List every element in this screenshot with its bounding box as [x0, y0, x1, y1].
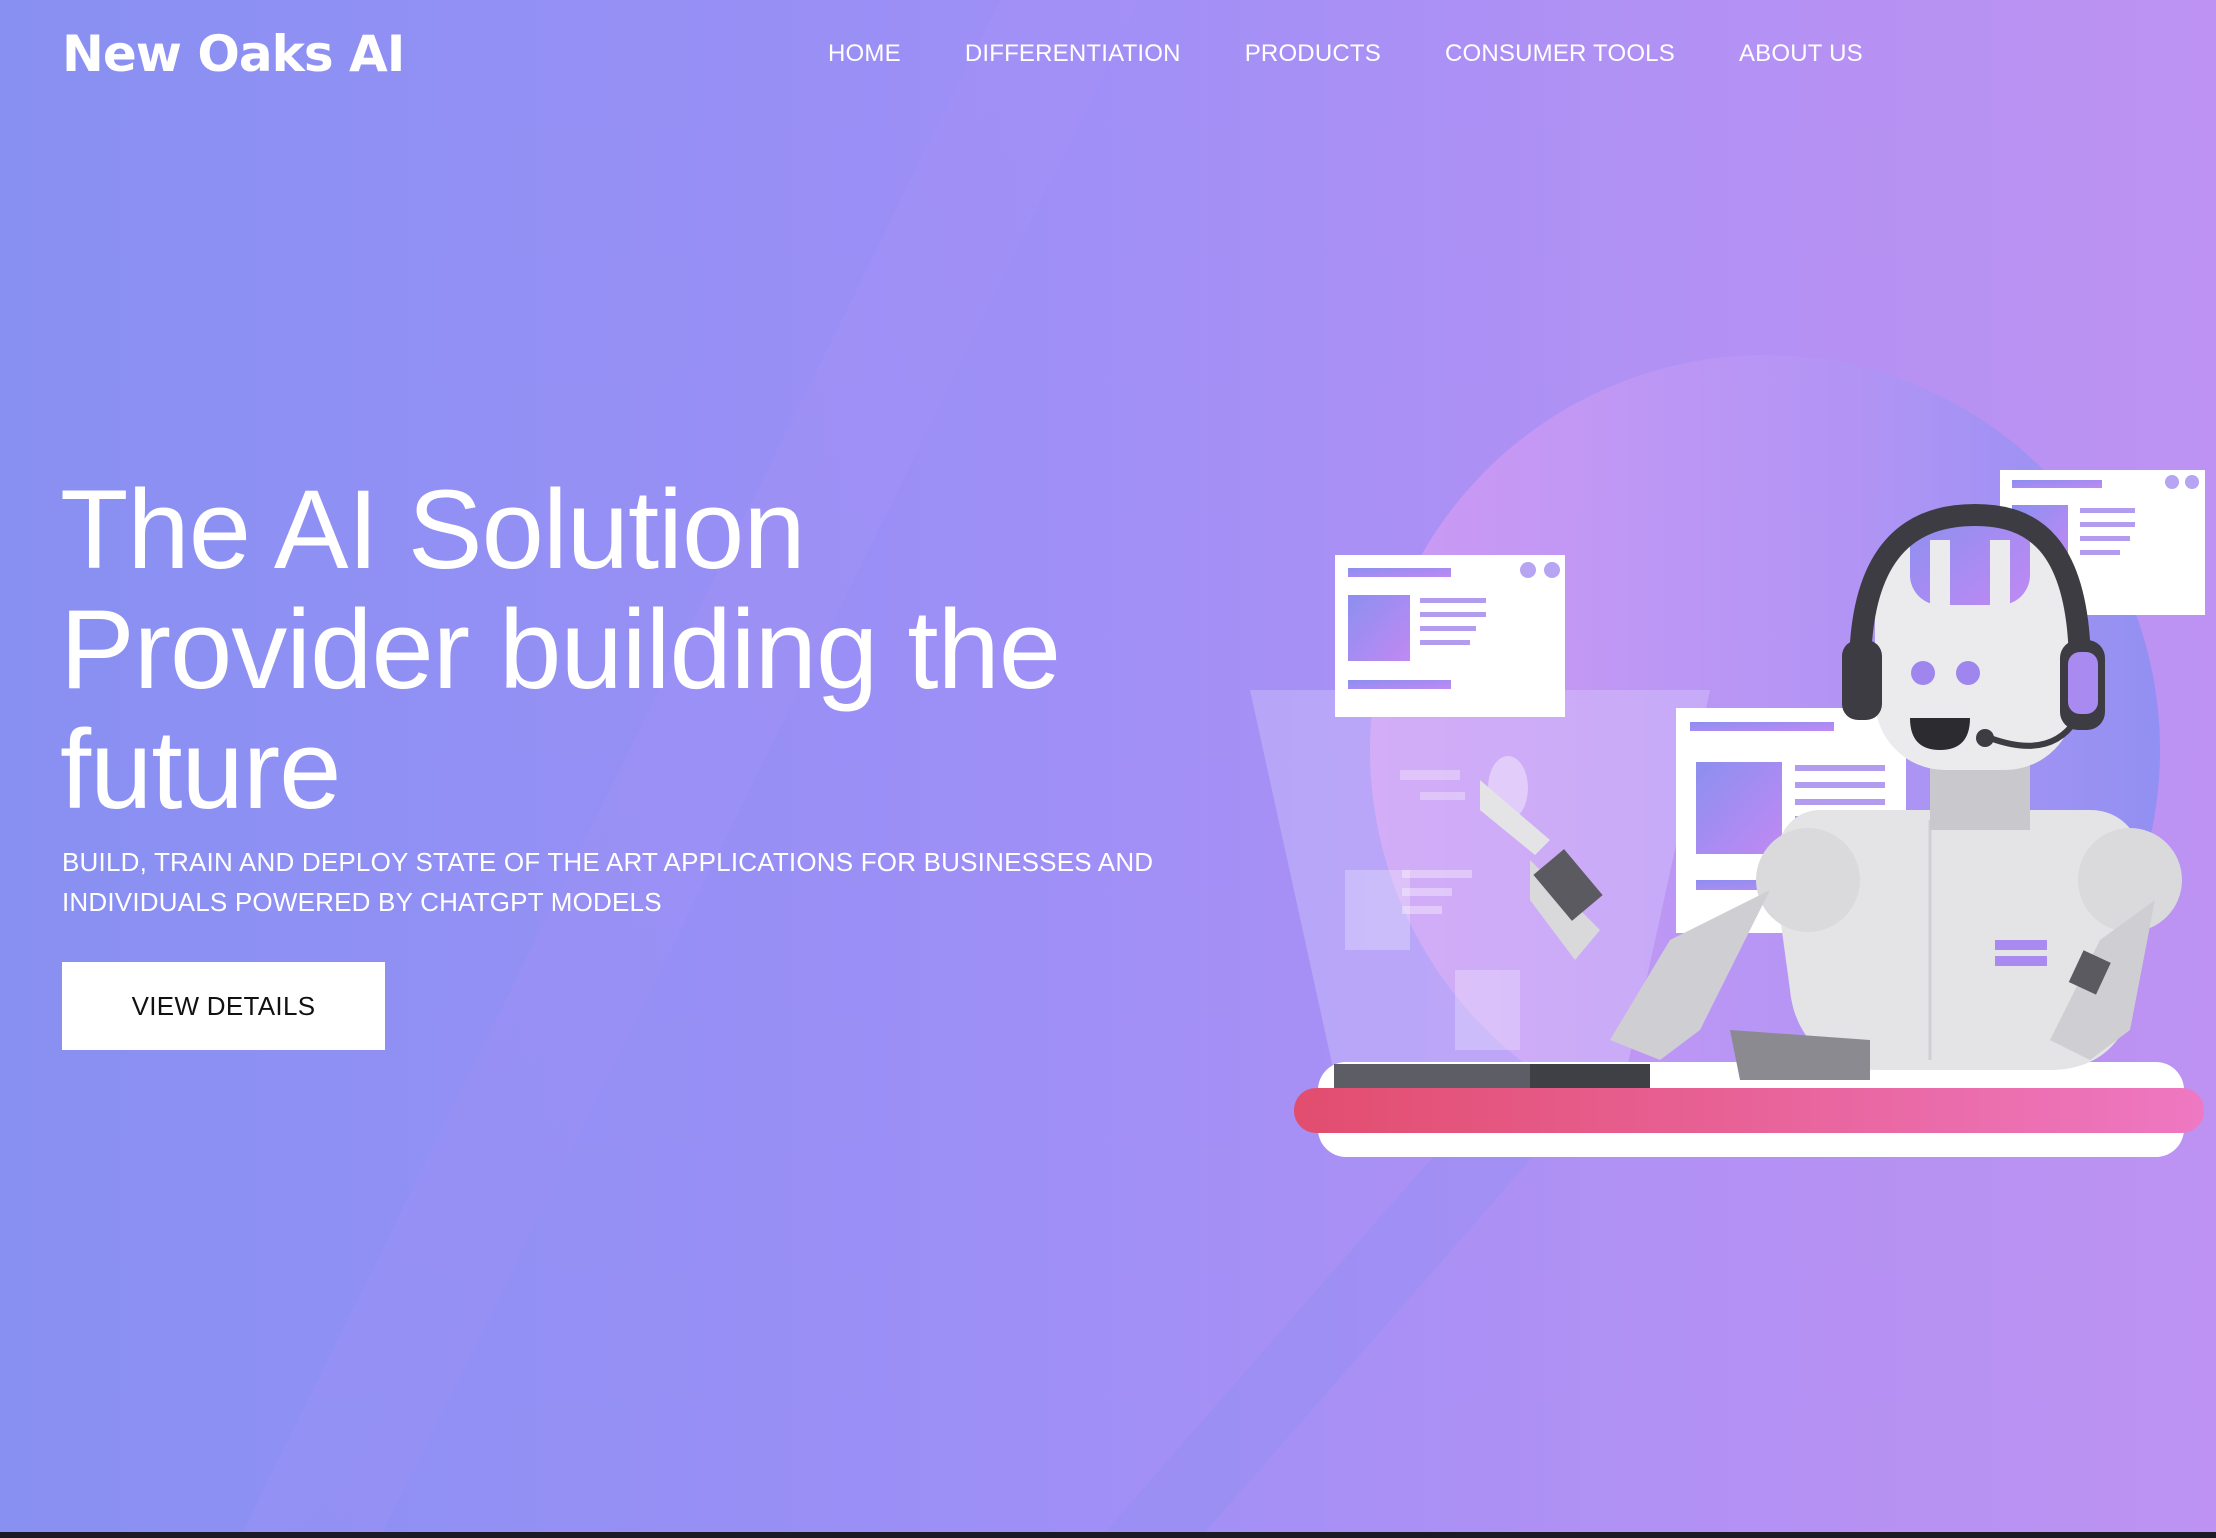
nav-about-us[interactable]: ABOUT US	[1739, 36, 1863, 72]
main-nav: HOME DIFFERENTIATION PRODUCTS CONSUMER T…	[828, 36, 1863, 72]
hero-subtitle: BUILD, TRAIN AND DEPLOY STATE OF THE ART…	[62, 847, 1154, 917]
nav-products[interactable]: PRODUCTS	[1245, 36, 1381, 72]
nav-home[interactable]: HOME	[828, 36, 901, 72]
logo[interactable]: New Oaks AI	[62, 24, 405, 84]
robot-with-headset-icon	[1250, 355, 2205, 1157]
nav-consumer-tools[interactable]: CONSUMER TOOLS	[1445, 36, 1675, 72]
nav-differentiation[interactable]: DIFFERENTIATION	[965, 36, 1181, 72]
hero-title: The AI Solution Provider building the fu…	[60, 467, 1061, 832]
bottom-edge	[0, 1532, 2216, 1538]
view-details-button[interactable]: VIEW DETAILS	[62, 962, 385, 1050]
